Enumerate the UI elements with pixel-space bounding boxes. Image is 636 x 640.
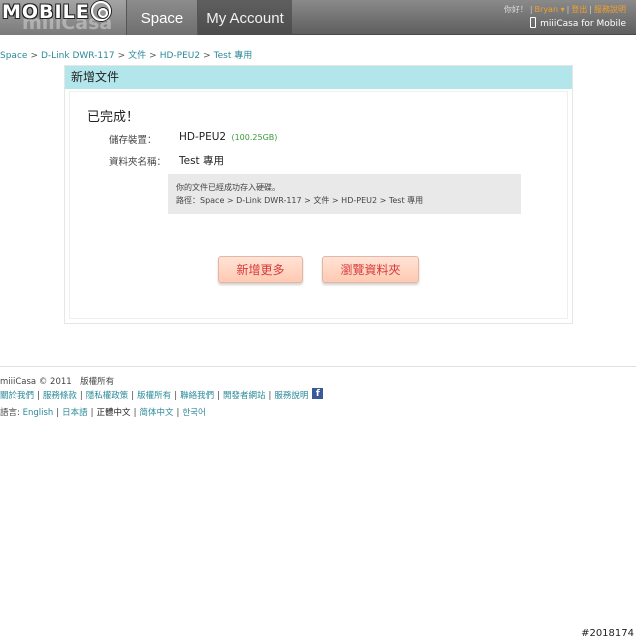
target-icon <box>90 0 111 21</box>
tab-my-account[interactable]: My Account <box>198 0 292 35</box>
device-value: HD-PEU2 (100.25GB) <box>179 131 278 143</box>
mobile-app-label: miiiCasa for Mobile <box>540 19 626 29</box>
username-menu[interactable]: Bryan ▾ <box>535 5 565 14</box>
footer-link-copyright[interactable]: 版權所有 <box>137 391 171 401</box>
add-document-panel: 新增文件 已完成！ 儲存裝置： HD-PEU2 (100.25GB) 資料夾名稱… <box>64 65 573 324</box>
watermark-text: MOBILE <box>2 1 90 23</box>
logout-link[interactable]: 登出 <box>571 5 587 14</box>
footer-link-privacy[interactable]: 隱私權政策 <box>86 391 129 401</box>
language-japanese[interactable]: 日本語 <box>62 408 88 418</box>
breadcrumb-item[interactable]: 文件 <box>128 51 146 61</box>
tab-space[interactable]: Space <box>126 0 198 35</box>
footer-link-terms[interactable]: 服務條款 <box>43 391 77 401</box>
panel-title: 新增文件 <box>65 66 572 89</box>
copyright-text: miiiCasa © 2011 版權所有 <box>0 377 115 387</box>
language-simplified-chinese[interactable]: 简体中文 <box>139 408 173 418</box>
watermark-logo: MOBILE <box>2 0 111 23</box>
help-link[interactable]: 服務說明 <box>594 5 626 14</box>
footer-divider <box>0 366 636 367</box>
top-navigation-bar: miiiCasa MOBILE Space My Account 你好！ | Bry… <box>0 0 636 35</box>
footer-links: 關於我們 | 服務條款 | 隱私權政策 | 版權所有 | 聯絡我們 | 開發者網站 | 服務說明 f <box>0 388 324 401</box>
breadcrumb-item[interactable]: D-Link DWR-117 <box>41 51 115 61</box>
folder-label: 資料夾名稱： <box>109 157 167 168</box>
folder-value: Test 專用 <box>179 155 225 167</box>
facebook-icon[interactable]: f <box>312 388 324 399</box>
user-links: 你好！ | Bryan ▾ | 登出 | 服務說明 <box>503 5 626 14</box>
path-message-line: 路徑：Space > D-Link DWR-117 > 文件 > HD-PEU2… <box>176 196 424 205</box>
language-korean[interactable]: 한국어 <box>182 408 205 418</box>
phone-icon <box>530 17 537 28</box>
breadcrumb: Space > D-Link DWR-117 > 文件 > HD-PEU2 > Test 專用 <box>0 51 253 61</box>
completion-status: 已完成！ <box>87 110 140 125</box>
greeting-text: 你好！ <box>503 5 528 14</box>
footer-link-help[interactable]: 服務說明 <box>274 391 308 401</box>
breadcrumb-item[interactable]: HD-PEU2 <box>160 51 200 61</box>
language-english[interactable]: English <box>23 408 54 418</box>
footer-link-contact[interactable]: 聯絡我們 <box>180 391 214 401</box>
breadcrumb-item[interactable]: Space <box>0 51 27 61</box>
logo-area[interactable]: miiiCasa MOBILE <box>0 0 126 35</box>
footer-link-developer[interactable]: 開發者網站 <box>223 391 266 401</box>
photo-id-tag: #2018174 <box>581 628 634 639</box>
success-message: 你的文件已經成功存入硬碟。 路徑：Space > D-Link DWR-117 … <box>168 174 521 214</box>
language-label: 語言: <box>0 408 20 418</box>
device-label: 儲存裝置： <box>109 135 157 146</box>
success-message-line: 你的文件已經成功存入硬碟。 <box>176 183 280 192</box>
language-traditional-chinese: 正體中文 <box>96 408 131 418</box>
device-size: (100.25GB) <box>231 133 278 142</box>
mobile-app-link[interactable]: miiiCasa for Mobile <box>530 17 626 29</box>
breadcrumb-item[interactable]: Test 專用 <box>214 51 253 61</box>
add-more-button[interactable]: 新增更多 <box>218 256 303 283</box>
footer-link-about[interactable]: 關於我們 <box>0 391 34 401</box>
browse-folder-button[interactable]: 瀏覽資料夾 <box>322 256 419 283</box>
language-selector: 語言: English | 日本語 | 正體中文 | 简体中文 | 한국어 <box>0 408 206 418</box>
